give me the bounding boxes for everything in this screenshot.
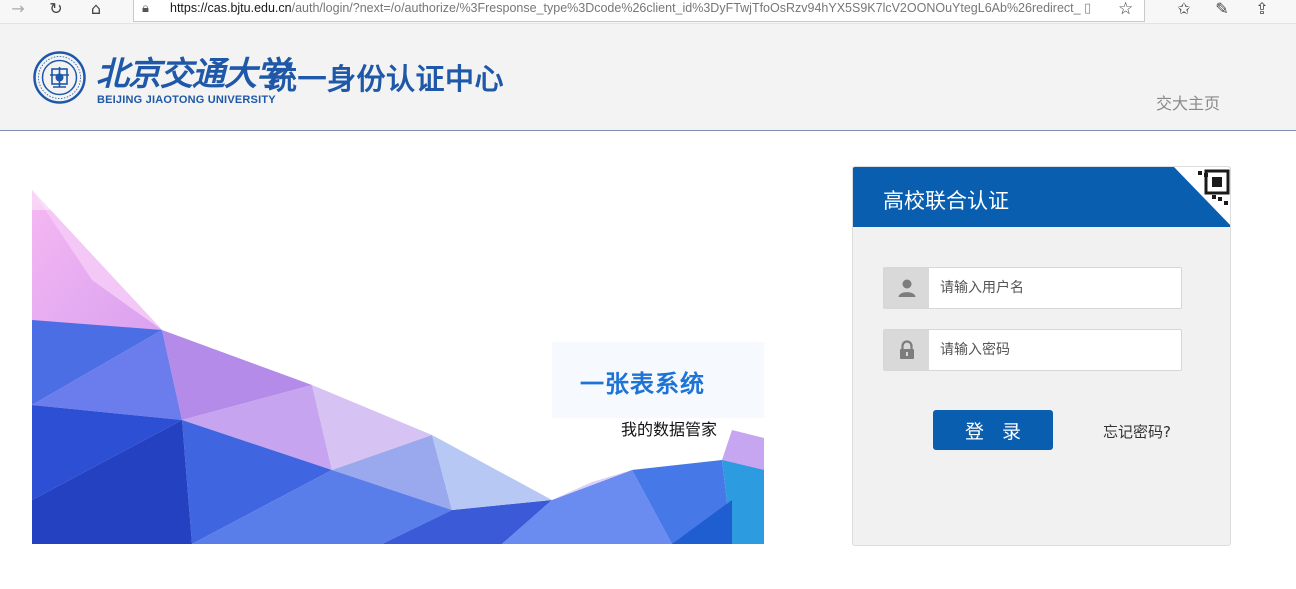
university-seal-logo [33, 51, 86, 104]
password-input[interactable] [930, 330, 1180, 370]
refresh-icon[interactable]: ↻ [42, 0, 70, 20]
favorite-star-icon[interactable]: ☆ [1118, 0, 1133, 19]
banner-image: 一张表系统 我的数据管家 [32, 170, 764, 544]
pen-icon[interactable]: ✎ [1208, 0, 1236, 20]
login-button[interactable]: 登 录 [933, 410, 1053, 450]
url-text[interactable]: https://cas.bjtu.edu.cn/auth/login/?next… [170, 0, 1110, 20]
qr-code-icon[interactable] [1174, 167, 1231, 227]
home-icon[interactable]: ⌂ [82, 0, 110, 20]
browser-toolbar: → ↻ ⌂ 🔒︎ https://cas.bjtu.edu.cn/auth/lo… [0, 0, 1296, 24]
forward-icon[interactable]: → [4, 0, 32, 20]
address-bar[interactable]: 🔒︎ https://cas.bjtu.edu.cn/auth/login/?n… [133, 0, 1145, 22]
school-name-cn: 北京交通大学 [96, 54, 289, 93]
forgot-password-link[interactable]: 忘记密码? [1103, 421, 1171, 442]
system-title: 统一身份认证中心 [268, 62, 505, 96]
site-header: 北京交通大学 BEIJING JIAOTONG UNIVERSITY 统一身份认… [0, 24, 1296, 131]
lock-icon [884, 330, 929, 370]
url-path: /auth/login/?next=/o/authorize/%3Frespon… [291, 1, 1081, 15]
lock-icon: 🔒︎ [142, 1, 149, 16]
school-name-en: BEIJING JIAOTONG UNIVERSITY [97, 94, 276, 106]
login-header: 高校联合认证 [853, 167, 1231, 227]
favorites-icon[interactable]: ✩ [1170, 0, 1198, 20]
slogan-subtitle: 我的数据管家 [621, 420, 718, 439]
reading-view-icon[interactable]: ▯ [1084, 1, 1091, 16]
username-field [883, 267, 1182, 309]
user-icon [884, 268, 929, 308]
slogan-title: 一张表系统 [580, 370, 705, 398]
url-host: https://cas.bjtu.edu.cn [170, 1, 292, 15]
login-panel: 高校联合认证 登 录 忘记密码? [852, 166, 1231, 546]
share-icon[interactable]: ⇪ [1248, 0, 1276, 20]
login-title: 高校联合认证 [883, 189, 1009, 213]
username-input[interactable] [930, 268, 1180, 308]
password-field [883, 329, 1182, 371]
home-link[interactable]: 交大主页 [1156, 90, 1220, 114]
